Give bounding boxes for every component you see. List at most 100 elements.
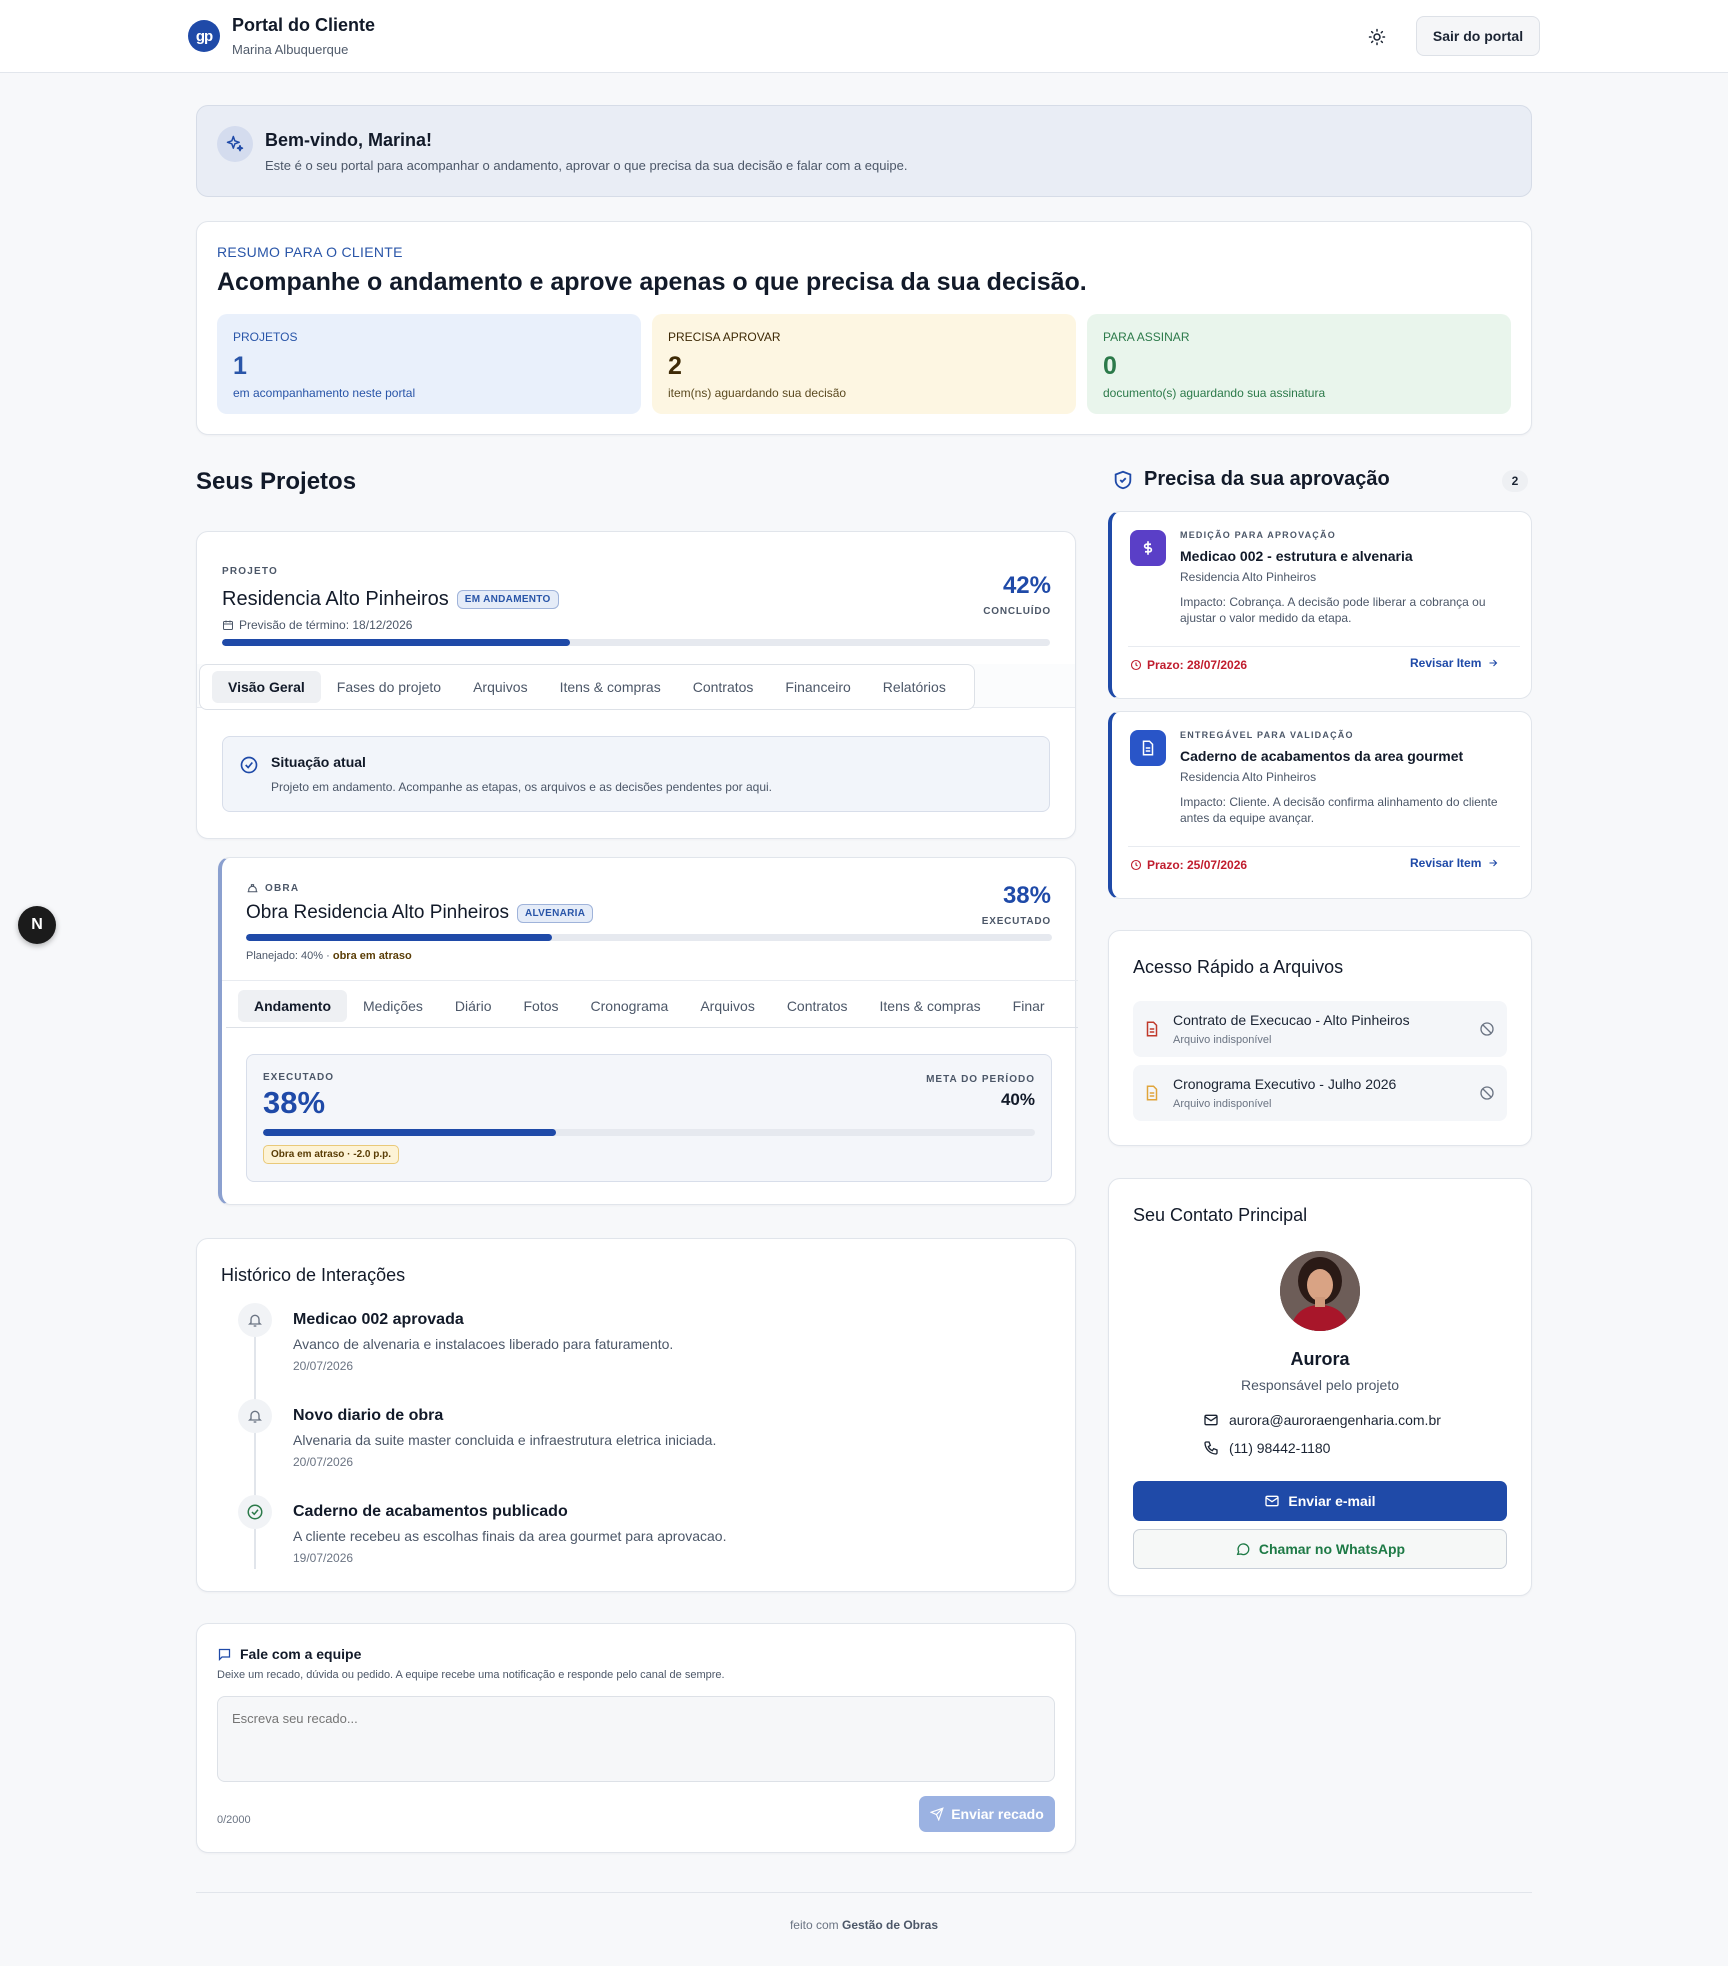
history-item-desc: Alvenaria da suite master concluida e in… (293, 1432, 717, 1448)
contact-title: Seu Contato Principal (1133, 1205, 1308, 1225)
sun-icon (1368, 28, 1386, 46)
message-title: Fale com a equipe (240, 1646, 362, 1662)
project-card: PROJETO Residencia Alto Pinheiros EM AND… (196, 531, 1076, 839)
divider (222, 980, 1078, 981)
project-tab[interactable]: Visão Geral (212, 671, 321, 703)
file-icon (1146, 1085, 1158, 1101)
dev-indicator-button[interactable]: N (18, 906, 56, 944)
summary-eyebrow: RESUMO PARA O CLIENTE (217, 244, 403, 260)
whatsapp-button[interactable]: Chamar no WhatsApp (1133, 1529, 1507, 1569)
welcome-banner: Bem-vindo, Marina! Este é o seu portal p… (196, 105, 1532, 197)
obra-progress-bar (246, 934, 1052, 941)
hard-hat-icon (247, 884, 258, 893)
contact-role: Responsável pelo projeto (1241, 1377, 1399, 1393)
bell-icon (238, 1399, 272, 1433)
check-circle-icon (240, 756, 258, 774)
execution-box: EXECUTADO 38% META DO PERÍODO 40% Obra e… (246, 1054, 1052, 1182)
approval-project: Residencia Alto Pinheiros (1180, 570, 1317, 584)
history-item-desc: A cliente recebeu as escolhas finais da … (293, 1528, 727, 1544)
obra-tab[interactable]: Fotos (508, 990, 575, 1022)
situation-text: Projeto em andamento. Acompanhe as etapa… (271, 780, 772, 794)
message-subtitle: Deixe um recado, dúvida ou pedido. A equ… (217, 1669, 725, 1681)
situation-title: Situação atual (271, 754, 366, 770)
project-title-row: Residencia Alto Pinheiros EM ANDAMENTO (222, 588, 559, 611)
review-item-button[interactable]: Revisar Item (1410, 656, 1499, 670)
approvals-count-badge: 2 (1502, 470, 1528, 492)
obra-tab[interactable]: Cronograma (575, 990, 685, 1022)
approval-deadline: Prazo: 28/07/2026 (1147, 658, 1248, 672)
review-item-button[interactable]: Revisar Item (1410, 856, 1499, 870)
file-status: Arquivo indisponível (1173, 1034, 1272, 1046)
send-message-button[interactable]: Enviar recado (919, 1796, 1055, 1832)
history-item-title: Medicao 002 aprovada (293, 1311, 464, 1328)
approval-item: ENTREGÁVEL PARA VALIDAÇÃO Caderno de aca… (1108, 711, 1532, 899)
approval-project: Residencia Alto Pinheiros (1180, 770, 1317, 784)
avatar (1280, 1251, 1360, 1331)
welcome-title: Bem-vindo, Marina! (265, 130, 433, 150)
approvals-heading-row: Precisa da sua aprovação (1112, 468, 1390, 491)
stat-desc: item(ns) aguardando sua decisão (668, 386, 847, 400)
review-label: Revisar Item (1410, 856, 1482, 870)
project-tab[interactable]: Fases do projeto (321, 671, 457, 703)
executed-value: 38% (263, 1085, 326, 1120)
send-email-button[interactable]: Enviar e-mail (1133, 1481, 1507, 1521)
file-item[interactable]: Contrato de Execucao - Alto Pinheiros Ar… (1133, 1001, 1507, 1057)
footer: feito com Gestão de Obras (0, 1918, 1728, 1932)
obra-percent: 38% (1002, 882, 1051, 909)
stat-sign: PARA ASSINAR 0 documento(s) aguardando s… (1087, 314, 1511, 414)
project-tabs: Visão Geral Fases do projeto Arquivos Itens… (199, 664, 975, 710)
history-item-date: 20/07/2026 (293, 1359, 354, 1373)
stat-value: 2 (668, 352, 682, 380)
file-name: Contrato de Execucao - Alto Pinheiros (1173, 1012, 1410, 1028)
project-eyebrow: PROJETO (222, 566, 279, 577)
files-title: Acesso Rápido a Arquivos (1133, 957, 1344, 977)
project-deadline-row: Previsão de término: 18/12/2026 (222, 618, 412, 632)
history-item-date: 20/07/2026 (293, 1455, 354, 1469)
review-label: Revisar Item (1410, 656, 1482, 670)
project-tab[interactable]: Financeiro (769, 671, 866, 703)
project-progress-bar (222, 639, 1050, 646)
clock-icon (1130, 859, 1142, 871)
obra-planned: Planejado: 40% · (246, 950, 330, 962)
message-textarea[interactable] (217, 1696, 1055, 1782)
arrow-right-icon (1489, 859, 1498, 867)
project-name: Residencia Alto Pinheiros (222, 588, 449, 610)
send-icon (930, 1807, 944, 1821)
contact-email-row: aurora@auroraengenharia.com.br (1203, 1412, 1441, 1428)
obra-tab[interactable]: Itens & compras (864, 990, 997, 1022)
obra-tab[interactable]: Finar (997, 990, 1061, 1022)
stat-approve: PRECISA APROVAR 2 item(ns) aguardando su… (652, 314, 1076, 414)
obra-tab[interactable]: Arquivos (684, 990, 770, 1022)
project-percent: 42% (1002, 572, 1051, 599)
logout-button[interactable]: Sair do portal (1416, 16, 1540, 56)
stat-desc: em acompanhamento neste portal (233, 386, 416, 400)
project-tab[interactable]: Arquivos (457, 671, 543, 703)
footer-brand: Gestão de Obras (841, 1918, 939, 1932)
whatsapp-icon (1236, 1543, 1250, 1556)
project-percent-label: CONCLUÍDO (983, 606, 1051, 617)
obra-tab[interactable]: Medições (347, 990, 439, 1022)
theme-toggle-button[interactable] (1360, 20, 1394, 54)
obra-tab[interactable]: Contratos (771, 990, 864, 1022)
project-tab[interactable]: Contratos (677, 671, 770, 703)
approval-title: Caderno de acabamentos da area gourmet (1180, 748, 1464, 764)
stat-label: PARA ASSINAR (1103, 330, 1190, 344)
divider (1128, 646, 1520, 647)
char-counter: 0/2000 (217, 1814, 251, 1826)
chat-icon (218, 1648, 231, 1661)
obra-tab[interactable]: Diário (439, 990, 508, 1022)
situation-box: Situação atual Projeto em andamento. Aco… (222, 736, 1050, 812)
approval-title: Medicao 002 - estrutura e alvenaria (1180, 548, 1413, 564)
project-tab[interactable]: Relatórios (867, 671, 962, 703)
project-tab[interactable]: Itens & compras (544, 671, 677, 703)
approval-impact: Impacto: Cobrança. A decisão pode libera… (1180, 595, 1486, 625)
obra-tab[interactable]: Andamento (238, 990, 347, 1022)
file-item[interactable]: Cronograma Executivo - Julho 2026 Arquiv… (1133, 1065, 1507, 1121)
footer-prefix: feito com (789, 1918, 839, 1932)
mail-icon (1265, 1495, 1280, 1507)
delay-badge: Obra em atraso · -2.0 p.p. (263, 1145, 400, 1164)
portal-logo: gp (188, 20, 220, 52)
unavailable-icon (1480, 1022, 1494, 1036)
obra-name: Obra Residencia Alto Pinheiros (246, 902, 509, 923)
stat-value: 0 (1103, 352, 1117, 380)
